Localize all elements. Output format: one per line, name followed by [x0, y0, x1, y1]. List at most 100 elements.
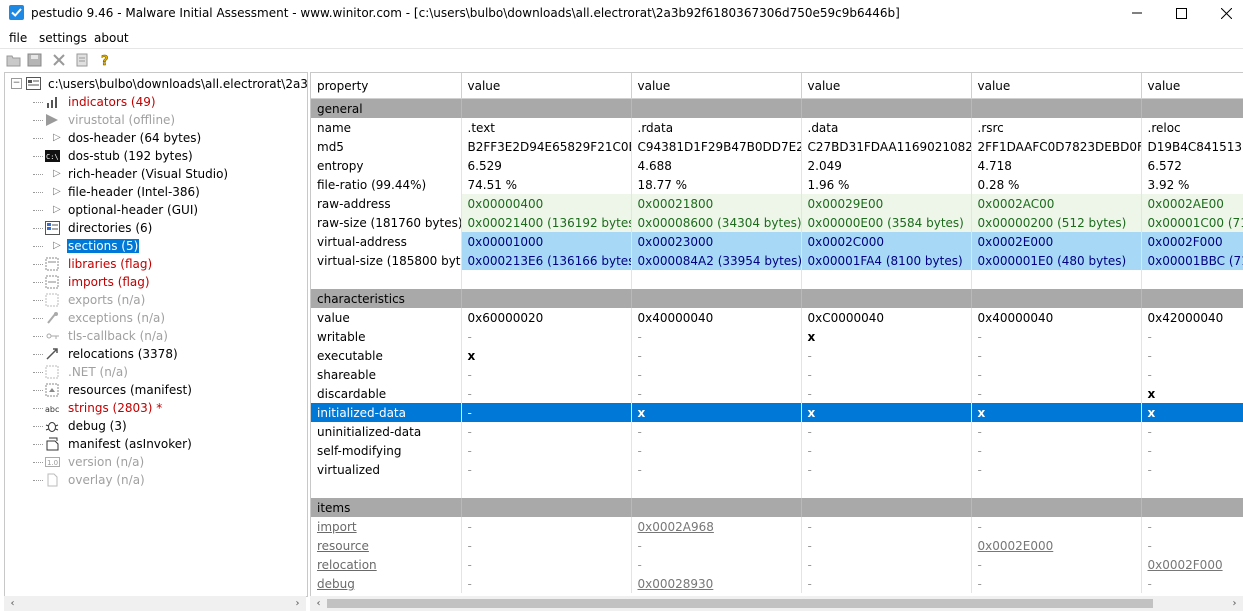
value-cell[interactable]: 0x0002A968 — [631, 517, 802, 536]
collapse-icon[interactable]: − — [11, 78, 22, 89]
tree-node-strings[interactable]: abc strings (2803) * — [5, 399, 305, 417]
column-header-value[interactable]: value — [461, 73, 632, 99]
section-cell — [631, 289, 802, 308]
maximize-button[interactable] — [1158, 0, 1204, 26]
table-row[interactable]: resource - - -0x0002E000- — [311, 536, 1243, 555]
tree-node-version[interactable]: 1.0 version (n/a) — [5, 453, 305, 471]
table-row[interactable]: raw-address 0x00000400 0x00021800 0x00029E0… — [311, 194, 1243, 213]
menu-file[interactable]: file — [9, 31, 27, 45]
property-cell[interactable]: debug — [311, 574, 462, 593]
expand-arrow-icon[interactable]: ▷ — [53, 168, 61, 179]
value-cell: - — [971, 517, 1142, 536]
section-label: items — [311, 498, 462, 517]
column-header-value[interactable]: value — [1141, 73, 1243, 99]
tree-horizontal-scrollbar[interactable]: ‹ › — [4, 596, 306, 611]
tree-node-net[interactable]: .NET (n/a) — [5, 363, 305, 381]
menu-about[interactable]: about — [94, 31, 129, 45]
scroll-thumb[interactable] — [327, 599, 1153, 608]
spacer-row — [311, 479, 1243, 498]
tree-node-debug[interactable]: debug (3) — [5, 417, 305, 435]
tree-node-sections[interactable]: ▷ sections (5) — [5, 237, 305, 255]
property-cell[interactable]: resource — [311, 536, 462, 555]
save-icon[interactable] — [27, 53, 43, 67]
section-cell — [801, 289, 972, 308]
minimize-button[interactable] — [1114, 0, 1160, 26]
table-row[interactable]: shareable - - - - - — [311, 365, 1243, 384]
tree-node-label: file-header (Intel-386) — [68, 185, 200, 199]
expand-arrow-icon[interactable]: ▷ — [53, 186, 61, 197]
value-cell: - — [971, 574, 1142, 593]
scroll-left-icon[interactable]: ‹ — [4, 596, 21, 611]
scroll-left-icon[interactable]: ‹ — [310, 596, 327, 611]
table-row[interactable]: virtualized - - - - - — [311, 460, 1243, 479]
close-button[interactable] — [1203, 0, 1243, 26]
tree-node-indicators[interactable]: indicators (49) — [5, 93, 305, 111]
tree-node-dosstub[interactable]: C:\ dos-stub (192 bytes) — [5, 147, 305, 165]
tree-node-fileheader[interactable]: ▷ file-header (Intel-386) — [5, 183, 305, 201]
table-row[interactable]: self-modifying - - - - - — [311, 441, 1243, 460]
tree-node-optionalheader[interactable]: ▷ optional-header (GUI) — [5, 201, 305, 219]
value-cell: - — [461, 441, 632, 460]
table-row[interactable]: relocation - - - -0x0002F000 — [311, 555, 1243, 574]
help-icon[interactable]: ? — [98, 53, 114, 70]
column-header-property[interactable]: property — [311, 73, 462, 99]
expand-arrow-icon[interactable]: ▷ — [53, 204, 61, 215]
scroll-right-icon[interactable]: › — [289, 596, 306, 611]
tree-node-overlay[interactable]: overlay (n/a) — [5, 471, 305, 489]
tree-node-virustotal[interactable]: virustotal (offline) — [5, 111, 305, 129]
table-row[interactable]: virtual-size (185800 bytes)0x000213E6 (1… — [311, 251, 1243, 270]
table-row[interactable]: file-ratio (99.44%) 74.51 % 18.77 % 1.96 % 0… — [311, 175, 1243, 194]
property-cell[interactable]: relocation — [311, 555, 462, 574]
tree-node-tlscallback[interactable]: tls-callback (n/a) — [5, 327, 305, 345]
tree-root[interactable]: − c:\users\bulbo\downloads\all.electrora… — [5, 75, 307, 93]
menu-settings[interactable]: settings — [39, 31, 87, 45]
column-header-value[interactable]: value — [971, 73, 1142, 99]
tree-node-directories[interactable]: directories (6) — [5, 219, 305, 237]
value-cell[interactable]: 0x00028930 — [631, 574, 802, 593]
table-row[interactable]: initialized-data - x x x x — [311, 403, 1243, 422]
table-row[interactable]: virtual-address 0x00001000 0x00023000 0x000… — [311, 232, 1243, 251]
table-row[interactable]: writable - - x - - — [311, 327, 1243, 346]
tree-node-exports[interactable]: exports (n/a) — [5, 291, 305, 309]
column-header-value[interactable]: value — [801, 73, 972, 99]
tree-node-relocations[interactable]: relocations (3378) — [5, 345, 305, 363]
tree-node-label: manifest (asInvoker) — [68, 437, 192, 451]
tree-node-exceptions[interactable]: exceptions (n/a) — [5, 309, 305, 327]
tree-node-libraries[interactable]: libraries (flag) — [5, 255, 305, 273]
tree-node-manifest[interactable]: manifest (asInvoker) — [5, 435, 305, 453]
value-cell: 0x000213E6 (136166 bytes) — [461, 251, 632, 270]
table-row[interactable]: raw-size (181760 bytes) 0x00021400 (13619… — [311, 213, 1243, 232]
value-cell[interactable]: 0x0002F000 — [1141, 555, 1243, 574]
table-row[interactable]: md5B2FF3E2D94E65829F21C0ED...C94381D1F29… — [311, 137, 1243, 156]
close-file-icon[interactable] — [51, 53, 67, 67]
scroll-right-icon[interactable]: › — [1226, 596, 1243, 611]
tree-node-dosheader[interactable]: ▷ dos-header (64 bytes) — [5, 129, 305, 147]
expand-arrow-icon[interactable]: ▷ — [53, 132, 61, 143]
grid-horizontal-scrollbar[interactable]: ‹ › — [310, 596, 1243, 611]
column-header-value[interactable]: value — [631, 73, 802, 99]
table-row[interactable]: uninitialized-data - - - - - — [311, 422, 1243, 441]
tree-node-richheader[interactable]: ▷ rich-header (Visual Studio) — [5, 165, 305, 183]
table-row[interactable]: debug -0x00028930- - - — [311, 574, 1243, 593]
tree-node-label: dos-stub (192 bytes) — [68, 149, 193, 163]
property-cell[interactable]: import — [311, 517, 462, 536]
table-row[interactable]: value 0x60000020 0x40000040 0xC0000040 0x400… — [311, 308, 1243, 327]
value-cell[interactable]: 0x0002E000 — [971, 536, 1142, 555]
tree-node-imports[interactable]: imports (flag) — [5, 273, 305, 291]
open-icon[interactable] — [6, 53, 22, 67]
value-cell: - — [461, 517, 632, 536]
table-row[interactable]: executable x - - - - — [311, 346, 1243, 365]
svg-text:abc: abc — [45, 405, 59, 414]
table-row[interactable]: name .text .rdata .data .rsrc .reloc — [311, 118, 1243, 137]
table-row[interactable]: entropy 6.529 4.688 2.049 4.718 6.572 — [311, 156, 1243, 175]
value-cell: 0x00021400 (136192 bytes) — [461, 213, 632, 232]
copy-icon[interactable] — [74, 53, 90, 67]
table-row[interactable]: discardable - - - - x — [311, 384, 1243, 403]
value-cell: - — [631, 384, 802, 403]
expand-arrow-icon[interactable]: ▷ — [53, 240, 61, 251]
tree-node-label: resources (manifest) — [68, 383, 192, 397]
value-cell: - — [1141, 346, 1243, 365]
tree-node-resources[interactable]: resources (manifest) — [5, 381, 305, 399]
value-cell: 2.049 — [801, 156, 972, 175]
table-row[interactable]: import -0x0002A968- - - — [311, 517, 1243, 536]
